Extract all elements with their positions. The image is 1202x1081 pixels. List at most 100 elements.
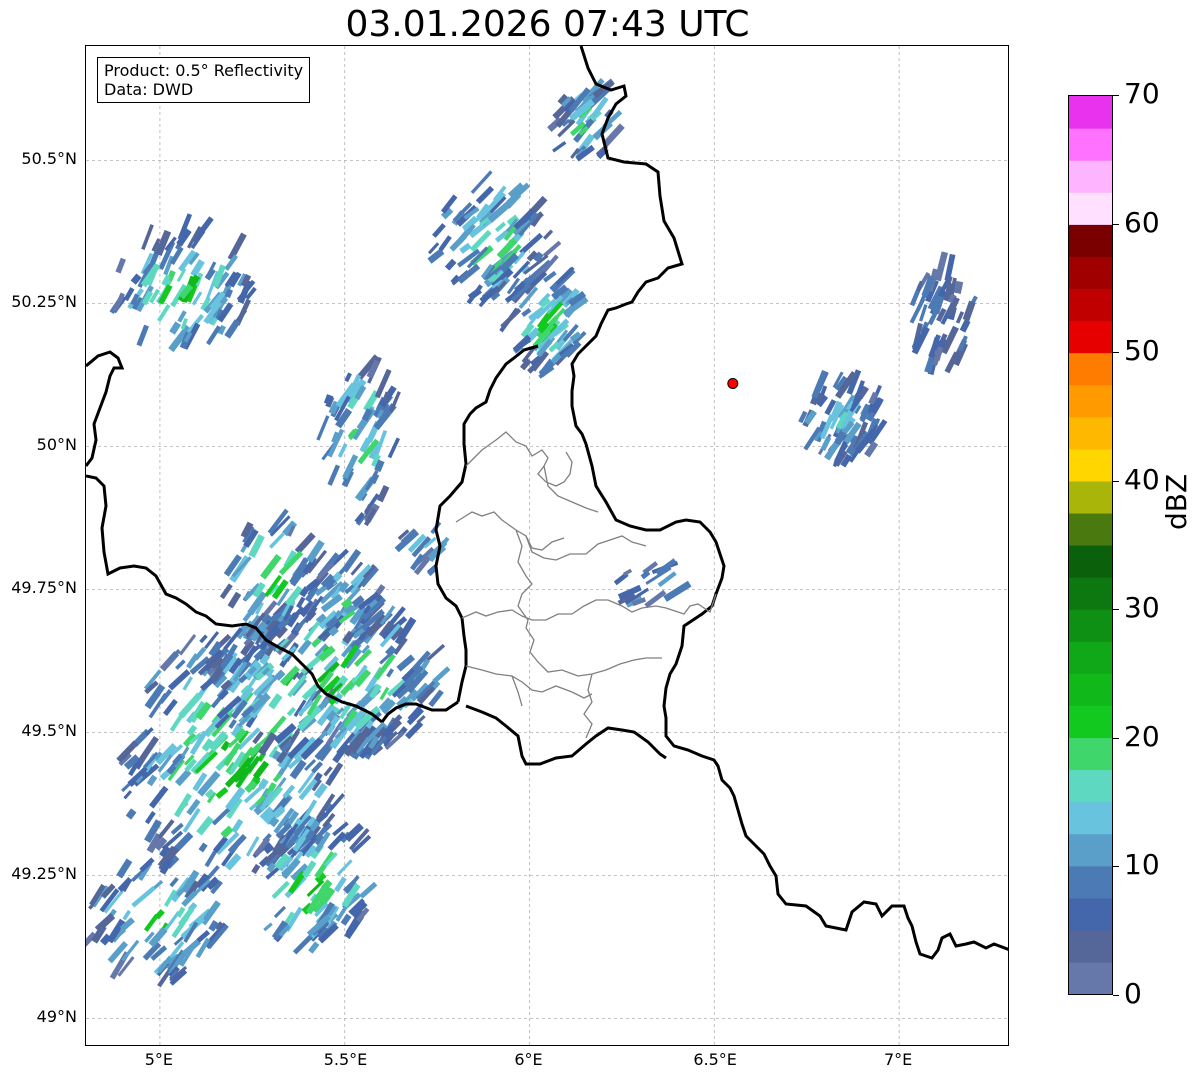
radar-echo xyxy=(149,785,169,809)
radar-map[interactable] xyxy=(85,45,1009,1046)
colorbar-tick-label: 20 xyxy=(1124,719,1160,753)
colorbar-swatch xyxy=(1069,352,1112,386)
colorbar-swatch xyxy=(1069,256,1112,290)
lat-tick-label: 49.25°N xyxy=(11,864,77,884)
colorbar-tick-label: 40 xyxy=(1124,462,1160,496)
radar-echo xyxy=(297,639,312,656)
radar-echo xyxy=(644,589,667,609)
colorbar-swatch xyxy=(1069,897,1112,931)
radar-echo xyxy=(163,698,178,717)
colorbar-swatch xyxy=(1069,609,1112,642)
radar-echo xyxy=(174,769,192,787)
colorbar-swatch xyxy=(1069,416,1112,450)
radar-echo xyxy=(141,224,154,251)
lat-tick-label: 50.25°N xyxy=(11,292,77,312)
radar-echo xyxy=(500,307,522,329)
border-lu-fr-south xyxy=(465,704,667,766)
border-be-de-north xyxy=(570,46,1008,960)
radar-echo xyxy=(152,879,164,890)
colorbar-tick-mark xyxy=(1113,609,1119,611)
radar-echo xyxy=(555,266,575,286)
colorbar-swatch xyxy=(1069,512,1112,546)
colorbar-tick-mark xyxy=(1113,223,1119,225)
radar-echo xyxy=(459,242,472,254)
colorbar-swatch xyxy=(1069,961,1112,995)
colorbar-swatch xyxy=(1069,801,1112,835)
radar-echo xyxy=(495,221,507,233)
colorbar-tick-mark xyxy=(1113,995,1119,996)
lon-tick-label: 5.5°E xyxy=(323,1050,368,1069)
radar-echo xyxy=(224,319,241,339)
radar-echo xyxy=(206,325,222,346)
border-be-fr-west xyxy=(86,350,125,467)
colorbar-tick-label: 0 xyxy=(1124,977,1142,1010)
radar-echo xyxy=(444,258,457,271)
colorbar xyxy=(1068,95,1113,995)
radar-echo xyxy=(552,140,567,153)
radar-echo xyxy=(959,319,971,333)
radar-echo xyxy=(136,324,149,347)
data-source-label: Data: DWD xyxy=(104,80,194,99)
radar-echo xyxy=(955,311,965,324)
radar-echo xyxy=(220,825,234,839)
colorbar-label: dBZ xyxy=(1160,473,1193,530)
radar-echo xyxy=(542,240,562,258)
radar-echo xyxy=(199,634,208,644)
colorbar-tick-mark xyxy=(1113,866,1119,868)
colorbar-tick-label: 60 xyxy=(1124,205,1160,239)
radar-echo xyxy=(386,668,395,678)
map-title: 03.01.2026 07:43 UTC xyxy=(345,4,750,45)
colorbar-swatch xyxy=(1069,288,1112,322)
radar-echo xyxy=(219,583,233,600)
colorbar-tick-label: 10 xyxy=(1124,848,1160,882)
lat-tick-label: 50°N xyxy=(36,435,77,455)
lu-canton-borders xyxy=(455,431,717,739)
colorbar-tick-mark xyxy=(1113,95,1119,96)
info-box: Product: 0.5° Reflectivity Data: DWD xyxy=(97,57,311,103)
colorbar-swatch xyxy=(1069,577,1112,610)
radar-site-marker xyxy=(727,377,739,389)
radar-echo xyxy=(316,415,330,441)
radar-echo xyxy=(387,437,401,459)
radar-echo xyxy=(327,464,341,486)
colorbar-swatch xyxy=(1069,545,1112,578)
radar-echo xyxy=(475,185,495,205)
radar-echo xyxy=(251,863,261,875)
radar-echo xyxy=(438,235,452,252)
colorbar-swatch xyxy=(1069,833,1112,867)
lat-tick-label: 49.75°N xyxy=(11,578,77,598)
radar-echo xyxy=(169,877,179,888)
radar-echo xyxy=(344,372,352,383)
radar-echo xyxy=(157,304,171,322)
colorbar-swatch xyxy=(1069,705,1112,739)
colorbar-swatch xyxy=(1069,737,1112,771)
radar-echo xyxy=(131,886,156,908)
border-be-lu-north xyxy=(434,344,539,703)
radar-echo xyxy=(186,724,198,736)
radar-echo xyxy=(123,790,133,800)
radar-echo xyxy=(268,693,283,710)
colorbar-tick-mark xyxy=(1113,352,1119,354)
radar-echoes xyxy=(86,78,978,988)
radar-echo xyxy=(359,881,378,899)
radar-echo xyxy=(198,842,208,853)
radar-echo xyxy=(175,659,186,670)
radar-echo xyxy=(215,786,229,799)
lon-tick-label: 7°E xyxy=(883,1050,913,1069)
colorbar-swatch xyxy=(1069,929,1112,963)
radar-echo xyxy=(227,591,242,609)
colorbar-swatch xyxy=(1069,320,1112,354)
radar-echo xyxy=(178,633,197,656)
radar-echo xyxy=(432,666,451,684)
radar-echo xyxy=(323,394,334,406)
radar-echo xyxy=(405,720,424,740)
radar-echo xyxy=(231,818,244,834)
radar-echo xyxy=(196,815,214,836)
colorbar-tick-mark xyxy=(1113,480,1119,482)
radar-echo xyxy=(543,229,554,240)
colorbar-tick-mark xyxy=(1113,737,1119,739)
lat-tick-label: 50.5°N xyxy=(21,149,77,169)
radar-echo xyxy=(115,257,126,274)
colorbar-swatch xyxy=(1069,96,1112,129)
colorbar-tick-label: 70 xyxy=(1124,77,1160,110)
